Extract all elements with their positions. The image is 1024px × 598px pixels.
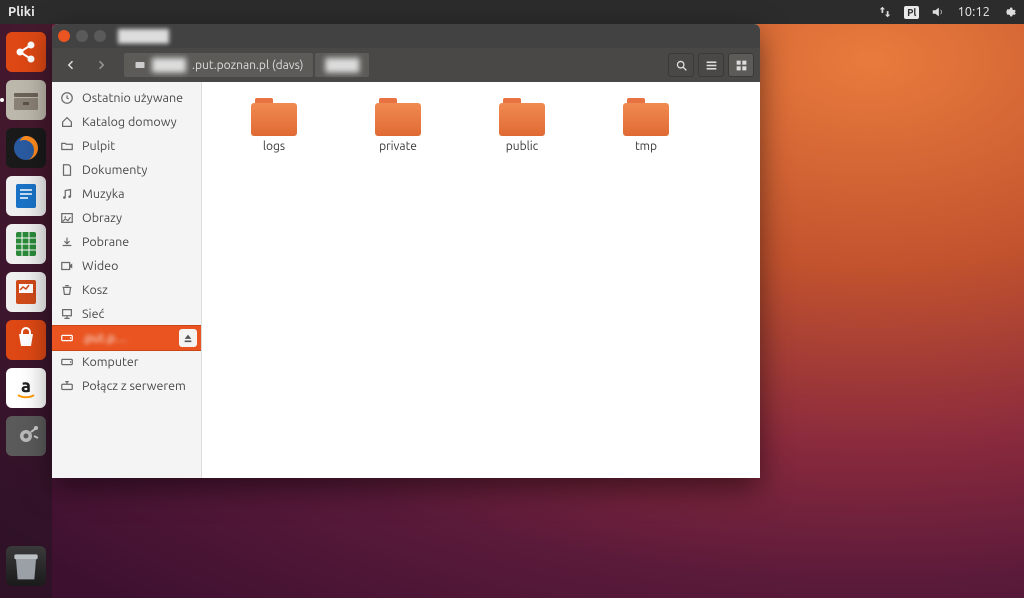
folder-label: logs bbox=[263, 140, 285, 153]
launcher-impress[interactable] bbox=[4, 270, 48, 314]
session-gear-icon[interactable] bbox=[1002, 5, 1016, 19]
sidebar-item-label: Katalog domowy bbox=[82, 115, 177, 129]
sidebar-item-network[interactable]: Sieć bbox=[52, 302, 201, 326]
active-app-name: Pliki bbox=[8, 5, 35, 19]
toolbar-search-button[interactable] bbox=[668, 53, 694, 77]
path-segment-host[interactable]: ████.put.poznan.pl (davs) bbox=[124, 53, 313, 77]
nav-forward-button[interactable] bbox=[88, 53, 114, 77]
window-minimize-button[interactable] bbox=[76, 30, 88, 42]
launcher-files[interactable] bbox=[4, 78, 48, 122]
launcher-software[interactable] bbox=[4, 318, 48, 362]
sidebar-item-label: Połącz z serwerem bbox=[82, 379, 186, 393]
sidebar-item-music[interactable]: Muzyka bbox=[52, 182, 201, 206]
folder-icon bbox=[375, 98, 421, 136]
folder-label: public bbox=[506, 140, 539, 153]
network-indicator-icon[interactable] bbox=[878, 5, 892, 19]
sidebar-item-label: Komputer bbox=[82, 355, 139, 369]
launcher-firefox[interactable] bbox=[4, 126, 48, 170]
folder-item-logs[interactable]: logs bbox=[212, 98, 336, 153]
launcher-trash[interactable] bbox=[4, 544, 48, 588]
sidebar-item-recent[interactable]: Ostatnio używane bbox=[52, 86, 201, 110]
sidebar-item-label: Kosz bbox=[82, 283, 108, 297]
toolbar-list-view-button[interactable] bbox=[698, 53, 724, 77]
sidebar-item-computer[interactable]: Komputer bbox=[52, 350, 201, 374]
sidebar-item-connect[interactable]: Połącz z serwerem bbox=[52, 374, 201, 398]
unity-launcher: a bbox=[0, 24, 52, 598]
sidebar-item-label: Pobrane bbox=[82, 235, 129, 249]
sidebar-item-downloads[interactable]: Pobrane bbox=[52, 230, 201, 254]
sidebar-item-trash[interactable]: Kosz bbox=[52, 278, 201, 302]
sidebar-item-pictures[interactable]: Obrazy bbox=[52, 206, 201, 230]
sidebar-item-documents[interactable]: Dokumenty bbox=[52, 158, 201, 182]
toolbar-grid-view-button[interactable] bbox=[728, 53, 754, 77]
launcher-dash[interactable] bbox=[4, 30, 48, 74]
nav-back-button[interactable] bbox=[58, 53, 84, 77]
sidebar-item-label: Pulpit bbox=[82, 139, 115, 153]
folder-icon bbox=[251, 98, 297, 136]
folder-icon bbox=[499, 98, 545, 136]
files-toolbar: ████.put.poznan.pl (davs) ████ bbox=[52, 48, 760, 82]
sidebar-item-label: Dokumenty bbox=[82, 163, 147, 177]
folder-item-tmp[interactable]: tmp bbox=[584, 98, 708, 153]
launcher-writer[interactable] bbox=[4, 174, 48, 218]
folder-item-private[interactable]: private bbox=[336, 98, 460, 153]
window-maximize-button[interactable] bbox=[94, 30, 106, 42]
keyboard-layout-indicator[interactable]: Pl bbox=[904, 6, 919, 19]
eject-button[interactable] bbox=[179, 329, 197, 347]
sidebar-item-label: Wideo bbox=[82, 259, 118, 273]
files-sidebar: Ostatnio używane Katalog domowy Pulpit Doku… bbox=[52, 82, 202, 478]
folder-item-public[interactable]: public bbox=[460, 98, 584, 153]
svg-text:a: a bbox=[21, 376, 31, 396]
sound-indicator-icon[interactable] bbox=[931, 5, 945, 19]
files-content-area[interactable]: logs private public tmp bbox=[202, 82, 760, 478]
launcher-settings[interactable] bbox=[4, 414, 48, 458]
launcher-calc[interactable] bbox=[4, 222, 48, 266]
files-window: ██████ ████.put.poznan.pl (davs) ████ bbox=[52, 24, 760, 478]
sidebar-item-desktop[interactable]: Pulpit bbox=[52, 134, 201, 158]
sidebar-item-label: Ostatnio używane bbox=[82, 91, 183, 105]
clock[interactable]: 10:12 bbox=[957, 5, 990, 19]
folder-icon bbox=[623, 98, 669, 136]
sidebar-item-label: .put.p… bbox=[82, 331, 127, 345]
window-titlebar[interactable]: ██████ bbox=[52, 24, 760, 48]
sidebar-item-label: Muzyka bbox=[82, 187, 125, 201]
window-close-button[interactable] bbox=[58, 30, 70, 42]
sidebar-item-mnt[interactable]: .put.p… bbox=[52, 326, 201, 350]
folder-label: tmp bbox=[635, 140, 657, 153]
sidebar-item-label: Sieć bbox=[82, 307, 104, 321]
launcher-amazon[interactable]: a bbox=[4, 366, 48, 410]
sidebar-item-videos[interactable]: Wideo bbox=[52, 254, 201, 278]
top-menu-bar: Pliki Pl 10:12 bbox=[0, 0, 1024, 24]
path-bar: ████.put.poznan.pl (davs) ████ bbox=[124, 53, 369, 77]
sidebar-item-label: Obrazy bbox=[82, 211, 122, 225]
window-title: ██████ bbox=[118, 29, 169, 43]
path-segment-sub[interactable]: ████ bbox=[315, 53, 369, 77]
sidebar-item-home[interactable]: Katalog domowy bbox=[52, 110, 201, 134]
folder-label: private bbox=[379, 140, 417, 153]
